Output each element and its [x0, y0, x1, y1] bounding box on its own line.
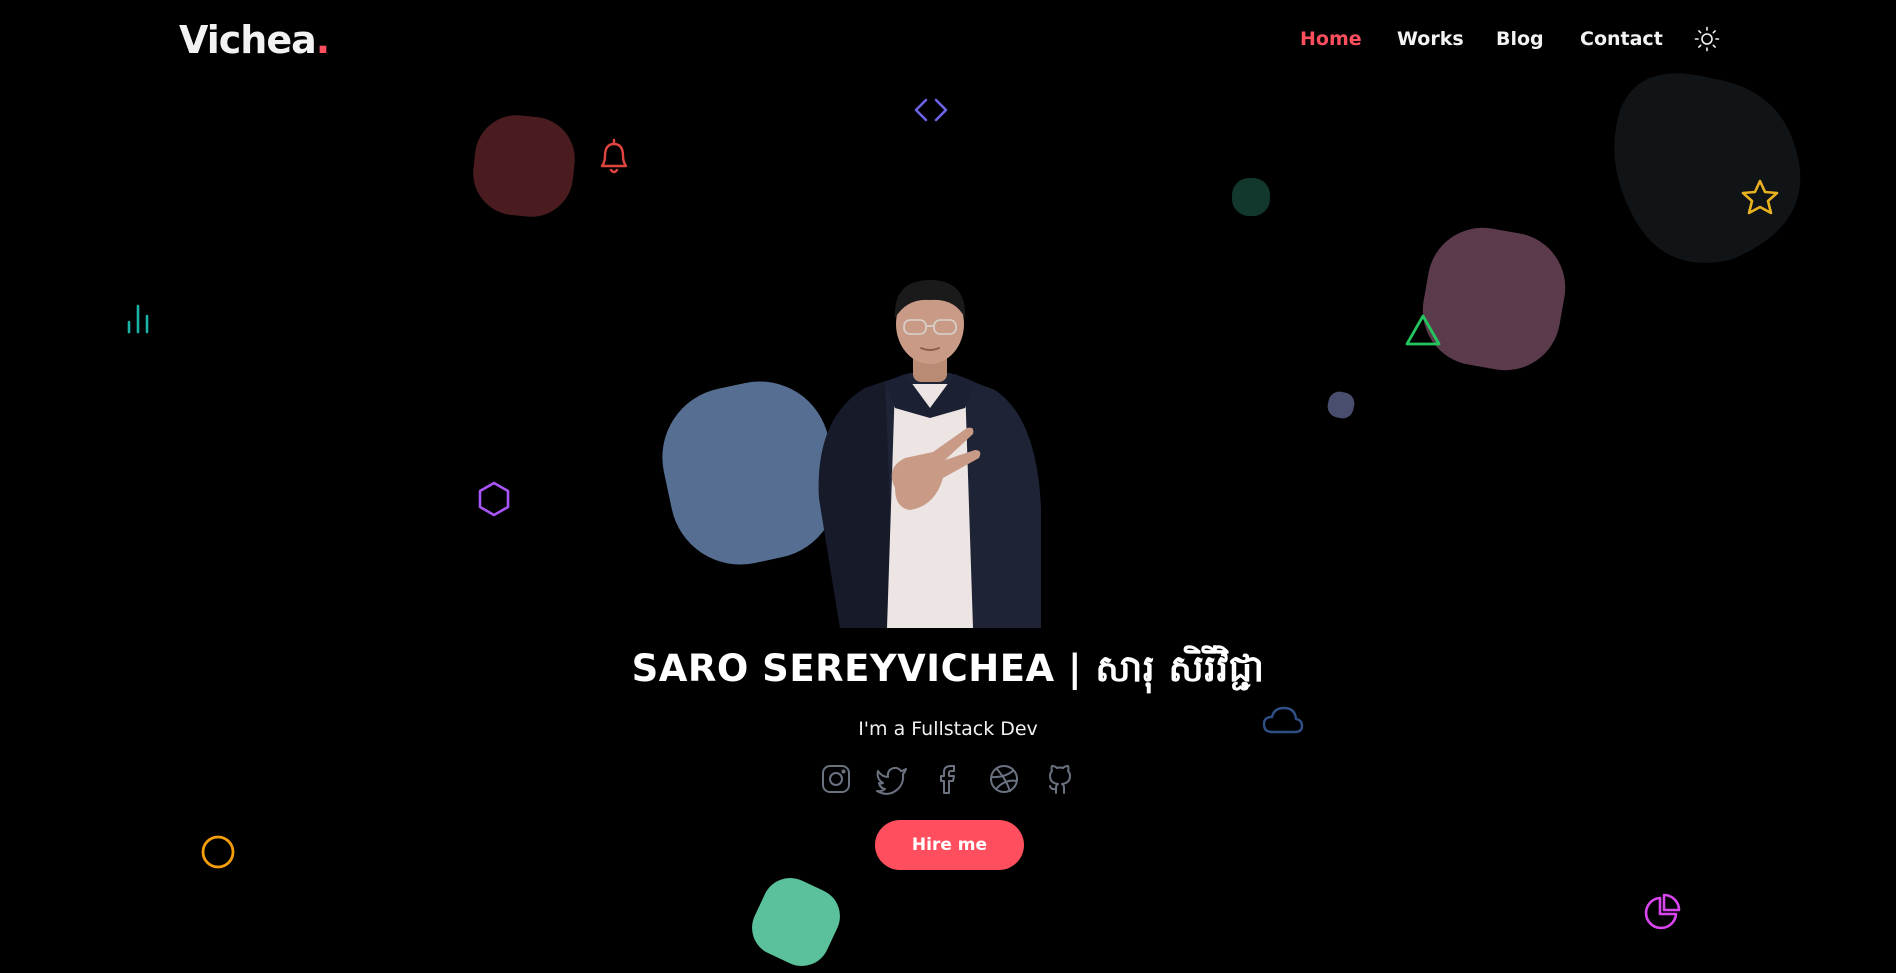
instagram-icon[interactable] — [819, 762, 853, 796]
dribbble-icon[interactable] — [987, 762, 1021, 796]
pie-chart-icon — [1644, 893, 1681, 930]
star-icon — [1741, 179, 1779, 215]
hero-role: I'm a Fullstack Dev — [858, 718, 1038, 740]
hexagon-icon — [478, 481, 510, 517]
blob-charcoal — [1614, 73, 1801, 263]
nav-works[interactable]: Works — [1397, 28, 1464, 50]
code-icon — [914, 98, 948, 122]
facebook-icon[interactable] — [931, 762, 965, 796]
blob-mauve — [1422, 227, 1566, 371]
social-links — [819, 762, 1077, 796]
blob-slate-small — [1327, 391, 1355, 419]
nav-contact[interactable]: Contact — [1580, 28, 1663, 50]
circle-icon — [201, 835, 235, 869]
blob-maroon — [473, 115, 575, 217]
github-icon[interactable] — [1043, 762, 1077, 796]
triangle-icon — [1405, 314, 1441, 346]
blob-dark-green — [1232, 178, 1270, 216]
profile-photo — [818, 280, 1041, 628]
main-nav: Home Works Blog Contact — [0, 0, 1896, 80]
hire-me-button[interactable]: Hire me — [875, 820, 1024, 870]
blob-mint — [752, 878, 840, 966]
nav-blog[interactable]: Blog — [1496, 28, 1544, 50]
bell-icon — [600, 138, 628, 174]
bar-chart-icon — [127, 304, 149, 334]
nav-home[interactable]: Home — [1300, 28, 1362, 50]
theme-toggle-icon[interactable] — [1694, 26, 1720, 56]
twitter-icon[interactable] — [875, 762, 909, 796]
hero-name: SARO SEREYVICHEA | សារុ សិរីវិជ្ជា — [631, 647, 1265, 690]
